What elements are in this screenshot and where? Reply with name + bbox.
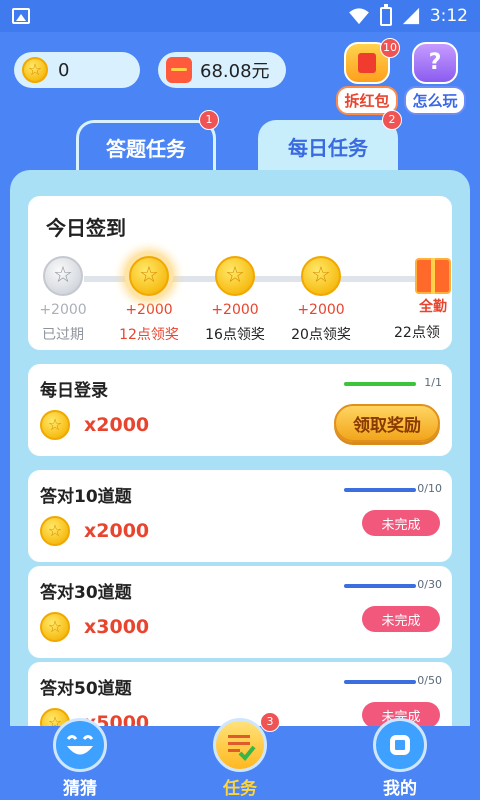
task-card: 答对30道题 0/30 x3000 未完成: [28, 566, 452, 658]
coin-icon: [301, 256, 341, 296]
tab-daily-tasks-label: 每日任务: [288, 135, 368, 160]
how-to-play-label: 怎么玩: [404, 86, 466, 115]
clock: 3:12: [429, 6, 468, 26]
signin-time-label: 12点领奖: [119, 327, 179, 343]
signin-time-label: 20点领奖: [291, 327, 351, 343]
coin-balance-value: 0: [58, 59, 70, 81]
cash-balance: 68.08元: [158, 52, 286, 88]
signin-amount: +2000: [297, 302, 345, 318]
coin-icon: [215, 256, 255, 296]
bottom-nav: 猜猜 3 任务 我的: [0, 712, 480, 800]
coin-icon: [43, 256, 83, 296]
gift-box-icon: [415, 258, 451, 294]
coin-icon: [22, 57, 48, 83]
signin-time-label: 16点领奖: [205, 327, 265, 343]
task-progress-bar: [344, 488, 416, 492]
wifi-icon: [348, 8, 369, 25]
signin-amount: +2000: [211, 302, 259, 318]
task-name: 每日登录: [40, 381, 108, 401]
cash-balance-value: 68.08元: [200, 61, 270, 82]
task-progress-text: 0/30: [417, 578, 442, 591]
nav-profile[interactable]: 我的: [350, 718, 450, 799]
coin-icon: [40, 410, 70, 440]
image-notification-icon: [12, 8, 30, 24]
status-bar: 3:12: [0, 0, 480, 32]
task-progress-text: 0/10: [417, 482, 442, 495]
signin-amount: +2000: [125, 302, 173, 318]
tab-daily-tasks[interactable]: 每日任务: [258, 120, 398, 172]
tab-quiz-tasks-label: 答题任务: [106, 137, 186, 161]
coin-icon: [40, 612, 70, 642]
nav-guess[interactable]: 猜猜: [30, 718, 130, 799]
laughing-face-icon: [53, 718, 107, 772]
task-card: 答对50道题 0/50 x5000 未完成: [28, 662, 452, 726]
nav-tasks-label: 任务: [223, 779, 257, 799]
task-card: 答对10道题 0/10 x2000 未完成: [28, 470, 452, 562]
battery-icon: [379, 3, 392, 26]
nav-tasks-badge: 3: [260, 712, 280, 732]
signin-day[interactable]: +2000 20点领奖: [276, 256, 366, 344]
task-list-icon: [213, 718, 267, 772]
task-reward: x2000: [84, 414, 150, 436]
incomplete-button[interactable]: 未完成: [362, 510, 440, 536]
task-card: 每日登录 1/1 x2000 领取奖励: [28, 364, 452, 456]
help-book-icon: ?: [412, 42, 458, 84]
tab-quiz-tasks[interactable]: 答题任务: [76, 120, 216, 172]
task-progress-text: 0/50: [417, 674, 442, 687]
nav-profile-label: 我的: [383, 779, 417, 799]
task-progress-text: 1/1: [424, 376, 442, 389]
task-name: 答对10道题: [40, 487, 132, 507]
cellular-icon: [402, 7, 419, 25]
how-to-play-button[interactable]: ? 怎么玩: [404, 42, 466, 115]
profile-icon: [373, 718, 427, 772]
red-packet-badge: 10: [380, 38, 400, 58]
signin-day[interactable]: 全勤 22点领: [374, 256, 452, 342]
tab-daily-tasks-badge: 2: [382, 110, 402, 130]
signin-amount: +2000: [39, 302, 87, 318]
signin-time-label: 22点领: [394, 325, 440, 341]
red-packet-button[interactable]: 10 拆红包: [336, 38, 400, 115]
red-packet-icon: [166, 57, 192, 83]
signin-day: +2000 已过期: [18, 256, 108, 344]
task-progress-fill: [344, 382, 416, 386]
task-progress-bar: [344, 584, 416, 588]
task-progress-bar: [344, 680, 416, 684]
task-progress-bar: [344, 382, 416, 386]
signin-time-label: 已过期: [42, 327, 84, 343]
task-reward: x3000: [84, 616, 150, 638]
signin-amount: 全勤: [419, 299, 447, 315]
nav-guess-label: 猜猜: [63, 779, 97, 799]
task-reward: x2000: [84, 520, 150, 542]
daily-signin-card: 今日签到 +2000 已过期 +2000 12点领奖 +2000 16点领奖 +…: [28, 196, 452, 350]
coin-icon: [40, 516, 70, 546]
incomplete-button[interactable]: 未完成: [362, 606, 440, 632]
claim-reward-button[interactable]: 领取奖励: [334, 404, 440, 442]
coin-balance: 0: [14, 52, 140, 88]
task-panel: 今日签到 +2000 已过期 +2000 12点领奖 +2000 16点领奖 +…: [10, 170, 470, 726]
tab-quiz-tasks-badge: 1: [199, 110, 219, 130]
signin-day[interactable]: +2000 16点领奖: [190, 256, 280, 344]
task-name: 答对50道题: [40, 679, 132, 699]
coin-icon: [129, 256, 169, 296]
nav-tasks[interactable]: 3 任务: [190, 712, 290, 799]
signin-title: 今日签到: [46, 216, 126, 240]
signin-day[interactable]: +2000 12点领奖: [104, 256, 194, 344]
task-name: 答对30道题: [40, 583, 132, 603]
